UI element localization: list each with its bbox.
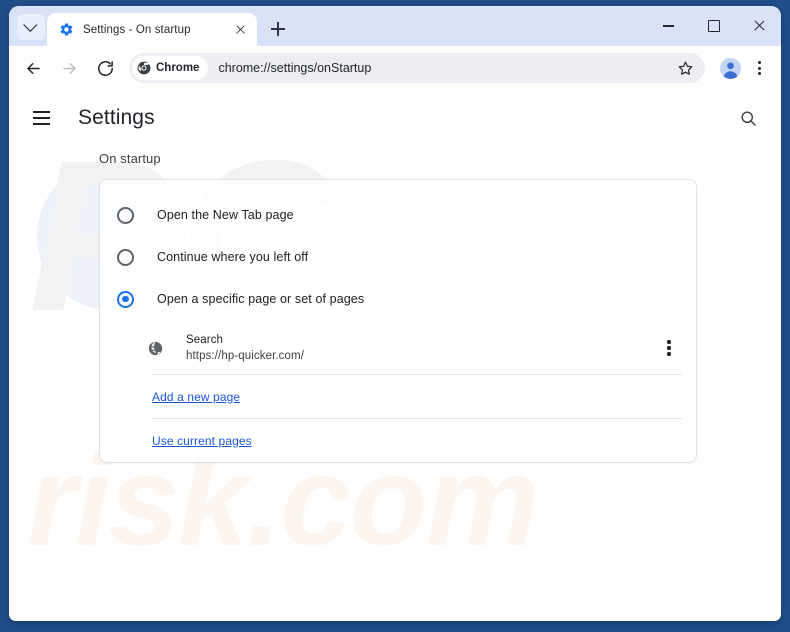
tab-title: Settings - On startup bbox=[83, 23, 191, 36]
settings-search-button[interactable] bbox=[733, 103, 763, 133]
startup-page-url: https://hp-quicker.com/ bbox=[186, 350, 304, 362]
tab-search-button[interactable] bbox=[17, 14, 45, 40]
page-title: Settings bbox=[78, 106, 155, 129]
radio-button-unchecked[interactable] bbox=[117, 206, 134, 224]
close-window-button[interactable] bbox=[736, 6, 781, 46]
radio-button-unchecked[interactable] bbox=[117, 248, 134, 266]
close-icon[interactable] bbox=[232, 21, 249, 38]
chrome-logo-icon bbox=[137, 61, 151, 75]
chrome-origin-chip[interactable]: Chrome bbox=[132, 56, 209, 80]
radio-label: Open the New Tab page bbox=[157, 208, 294, 222]
hamburger-line bbox=[33, 110, 50, 113]
bookmark-star-button[interactable] bbox=[673, 56, 697, 80]
three-dots-vertical-icon-dot bbox=[667, 340, 671, 344]
radio-option-continue-where-left-off[interactable]: Continue where you left off bbox=[100, 236, 696, 278]
radio-option-specific-pages[interactable]: Open a specific page or set of pages bbox=[100, 278, 696, 320]
use-current-pages-link[interactable]: Use current pages bbox=[152, 434, 252, 448]
address-bar[interactable]: Chrome chrome://settings/onStartup bbox=[129, 53, 705, 83]
radio-option-new-tab-page[interactable]: Open the New Tab page bbox=[100, 194, 696, 236]
add-new-page-link[interactable]: Add a new page bbox=[152, 390, 240, 404]
three-dots-vertical-icon-dot bbox=[757, 60, 761, 64]
startup-page-title: Search bbox=[186, 334, 224, 346]
desktop-background: Settings - On startup Chrome chrome://se… bbox=[0, 0, 790, 632]
three-dots-vertical-icon-dot bbox=[667, 352, 671, 356]
chrome-menu-button[interactable] bbox=[745, 53, 773, 83]
radio-label: Open a specific page or set of pages bbox=[157, 292, 365, 306]
profile-avatar-button[interactable] bbox=[715, 53, 745, 83]
browser-window: Settings - On startup Chrome chrome://se… bbox=[9, 6, 781, 621]
section-title: On startup bbox=[99, 151, 161, 166]
globe-icon bbox=[148, 341, 163, 355]
three-dots-vertical-icon-dot bbox=[757, 72, 761, 76]
minimize-window-button[interactable] bbox=[646, 6, 691, 46]
back-button[interactable] bbox=[17, 52, 49, 84]
hamburger-menu-icon[interactable] bbox=[33, 105, 59, 131]
reload-icon bbox=[97, 60, 113, 76]
browser-toolbar: Chrome chrome://settings/onStartup bbox=[9, 46, 781, 90]
settings-page: PC risk.com Settings On startup bbox=[9, 90, 781, 621]
use-current-pages-row[interactable]: Use current pages bbox=[100, 419, 696, 462]
person-icon bbox=[719, 57, 741, 79]
maximize-window-button[interactable] bbox=[691, 6, 736, 46]
radio-button-checked[interactable] bbox=[117, 290, 134, 308]
three-dots-vertical-icon-dot bbox=[757, 66, 761, 70]
startup-options-card: Open the New Tab page Continue where you… bbox=[99, 179, 697, 463]
arrow-right-icon bbox=[62, 62, 76, 74]
chrome-chip-label: Chrome bbox=[156, 62, 200, 74]
hamburger-line bbox=[33, 117, 50, 119]
reload-button[interactable] bbox=[89, 52, 121, 84]
forward-button[interactable] bbox=[53, 52, 85, 84]
tab-settings[interactable]: Settings - On startup bbox=[47, 13, 257, 46]
startup-page-menu-button[interactable] bbox=[656, 333, 682, 363]
three-dots-vertical-icon-dot bbox=[667, 346, 671, 350]
window-controls bbox=[646, 6, 781, 46]
star-icon bbox=[678, 61, 692, 75]
startup-page-entry: Search https://hp-quicker.com/ bbox=[100, 322, 696, 374]
hamburger-line bbox=[33, 123, 50, 126]
radio-label: Continue where you left off bbox=[157, 250, 309, 264]
add-new-page-row[interactable]: Add a new page bbox=[100, 375, 696, 418]
chevron-down-icon bbox=[23, 17, 38, 32]
startup-page-info: Search https://hp-quicker.com/ bbox=[186, 334, 656, 362]
arrow-left-icon bbox=[26, 62, 40, 74]
settings-header: Settings bbox=[9, 90, 781, 146]
tab-strip: Settings - On startup bbox=[9, 6, 781, 46]
new-tab-button[interactable] bbox=[264, 15, 292, 43]
settings-gear-icon bbox=[60, 23, 73, 36]
on-startup-section: On startup Open the New Tab page Continu… bbox=[9, 146, 781, 463]
address-bar-url[interactable]: chrome://settings/onStartup bbox=[218, 61, 673, 75]
search-icon bbox=[740, 110, 756, 126]
